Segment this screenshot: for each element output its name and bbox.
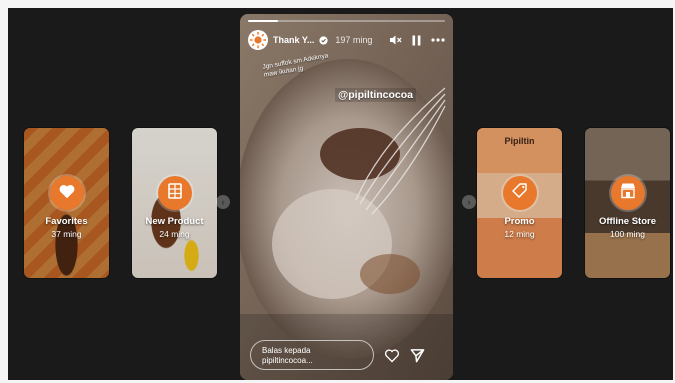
active-story[interactable]: Thank Y... 197 ming Jgn suffok sm Adekny… (240, 14, 453, 380)
highlight-title: Favorites (45, 216, 88, 227)
heart-icon[interactable] (384, 348, 400, 363)
highlight-badge (49, 176, 84, 210)
story-header: Thank Y... 197 ming (248, 28, 445, 52)
more-options-icon[interactable] (431, 38, 445, 42)
reply-bar: Balas kepada pipiltincocoa... (250, 338, 443, 372)
previous-arrow-icon[interactable]: ‹ (216, 195, 230, 209)
highlight-title: New Product (145, 216, 204, 227)
highlight-time: 12 ming (504, 229, 535, 239)
story-timestamp: 197 ming (335, 35, 373, 45)
highlight-time: 37 ming (51, 229, 82, 239)
mention-tag[interactable]: @pipiltincocoa (335, 88, 416, 102)
highlight-favorites[interactable]: Favorites 37 ming (24, 128, 109, 278)
highlight-promo[interactable]: Pipiltin Promo 12 ming (477, 128, 562, 278)
story-progress-bar (248, 20, 445, 22)
story-viewer: Favorites 37 ming New Product 24 ming ‹ (8, 8, 673, 380)
highlight-time: 24 ming (159, 229, 190, 239)
highlight-time: 100 ming (610, 229, 645, 239)
discount-tag-icon (511, 182, 529, 205)
highlight-offline-store[interactable]: Offline Store 100 ming (585, 128, 670, 278)
highlight-new-product[interactable]: New Product 24 ming (132, 128, 217, 278)
send-icon[interactable] (410, 348, 425, 363)
verified-badge-icon (319, 35, 328, 45)
highlight-badge (502, 176, 537, 210)
avatar[interactable] (248, 30, 268, 50)
heart-icon (58, 183, 76, 204)
chocolate-bar-icon (167, 182, 183, 205)
brand-label: Pipiltin (504, 136, 535, 146)
reply-input[interactable]: Balas kepada pipiltincocoa... (250, 340, 374, 370)
highlight-title: Promo (504, 216, 535, 227)
highlight-badge (610, 176, 645, 210)
sun-logo-icon (249, 31, 267, 49)
story-username[interactable]: Thank Y... (273, 35, 314, 45)
highlight-title: Offline Store (598, 216, 656, 227)
storefront-icon (619, 182, 637, 204)
mute-icon[interactable] (389, 34, 402, 46)
highlight-badge (157, 176, 192, 210)
pause-icon[interactable] (412, 35, 421, 46)
next-arrow-icon[interactable]: › (462, 195, 476, 209)
